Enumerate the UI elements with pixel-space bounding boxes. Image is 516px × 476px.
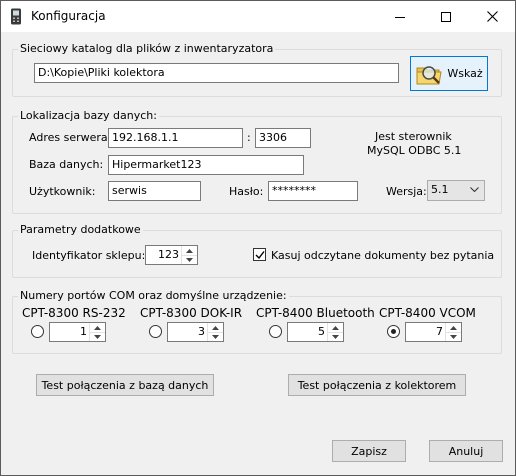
browse-button-label: Wskaż bbox=[447, 67, 483, 80]
device-radio-dokir[interactable] bbox=[149, 325, 162, 338]
minimize-icon bbox=[395, 16, 405, 18]
title-bar: Konfiguracja bbox=[1, 1, 515, 32]
collector-device-icon bbox=[11, 8, 21, 25]
port-stepper-vcom[interactable]: 7 bbox=[405, 322, 462, 342]
additional-params-legend: Parametry dodatkowe bbox=[18, 223, 143, 236]
device-name-rs232: CPT-8300 RS-232 bbox=[22, 306, 126, 320]
test-collector-button[interactable]: Test połączenia z kolektorem bbox=[288, 374, 466, 396]
port-separator: : bbox=[247, 131, 251, 144]
port-down-button-bluetooth[interactable] bbox=[328, 332, 343, 341]
arrow-up-icon bbox=[186, 248, 193, 253]
device-radio-rs232[interactable] bbox=[31, 325, 44, 338]
driver-status-line2: MySQL ODBC 5.1 bbox=[367, 144, 462, 157]
arrow-down-icon bbox=[332, 334, 339, 339]
version-select-value: 5.1 bbox=[431, 183, 449, 196]
database-group-legend: Lokalizacja bazy danych: bbox=[18, 109, 159, 122]
close-icon bbox=[486, 11, 498, 22]
user-input[interactable]: serwis bbox=[108, 181, 201, 201]
com-ports-legend: Numery portów COM oraz domyślne urządzen… bbox=[18, 289, 289, 302]
port-arrows-dokir bbox=[207, 323, 223, 341]
arrow-up-icon bbox=[94, 325, 101, 330]
port-down-button-rs232[interactable] bbox=[90, 332, 105, 341]
device-radio-vcom[interactable] bbox=[387, 325, 400, 338]
server-address-input[interactable]: 192.168.1.1 bbox=[108, 128, 243, 148]
user-label: Użytkownik: bbox=[29, 185, 96, 198]
port-stepper-dokir[interactable]: 3 bbox=[167, 322, 224, 342]
maximize-icon bbox=[441, 11, 451, 22]
folder-group-legend: Sieciowy katalog dla plików z inwentaryz… bbox=[18, 42, 276, 55]
port-arrows-bluetooth bbox=[327, 323, 343, 341]
shop-id-label: Identyfikator sklepu: bbox=[32, 249, 146, 262]
port-value-bluetooth: 5 bbox=[318, 325, 325, 338]
port-down-button-dokir[interactable] bbox=[208, 332, 223, 341]
arrow-down-icon bbox=[186, 257, 193, 262]
test-database-button[interactable]: Test połączenia z bazą danych bbox=[36, 374, 214, 396]
database-name-input[interactable]: Hipermarket123 bbox=[108, 155, 304, 175]
configuration-window: Konfiguracja Sieciowy katalog dla plików… bbox=[0, 0, 516, 476]
browse-button[interactable]: Wskaż bbox=[410, 56, 488, 91]
delete-documents-checkbox[interactable] bbox=[253, 248, 266, 261]
arrow-up-icon bbox=[332, 325, 339, 330]
device-name-vcom: CPT-8400 VCOM bbox=[379, 306, 476, 320]
window-title: Konfiguracja bbox=[31, 9, 106, 23]
device-name-bluetooth: CPT-8400 Bluetooth bbox=[256, 306, 375, 320]
server-address-label: Adres serwera: bbox=[29, 131, 112, 144]
save-button[interactable]: Zapisz bbox=[332, 440, 406, 462]
delete-documents-label[interactable]: Kasuj odczytane dokumenty bez pytania bbox=[271, 249, 494, 262]
shop-id-stepper[interactable]: 123 bbox=[145, 245, 198, 265]
port-value-rs232: 1 bbox=[80, 325, 87, 338]
arrow-down-icon bbox=[212, 334, 219, 339]
port-value-vcom: 7 bbox=[436, 325, 443, 338]
port-stepper-bluetooth[interactable]: 5 bbox=[287, 322, 344, 342]
port-arrows-rs232 bbox=[89, 323, 105, 341]
port-down-button-vcom[interactable] bbox=[446, 332, 461, 341]
version-select[interactable]: 5.1 bbox=[427, 180, 485, 201]
password-label: Hasło: bbox=[229, 185, 264, 198]
minimize-button[interactable] bbox=[377, 1, 423, 32]
database-name-label: Baza danych: bbox=[29, 158, 104, 171]
device-name-dokir: CPT-8300 DOK-IR bbox=[140, 306, 243, 320]
version-label: Wersja: bbox=[386, 185, 427, 198]
checkmark-icon bbox=[255, 251, 265, 260]
arrow-up-icon bbox=[212, 325, 219, 330]
arrow-down-icon bbox=[450, 334, 457, 339]
folder-search-icon bbox=[416, 65, 442, 84]
chevron-down-icon bbox=[470, 187, 479, 193]
port-value-dokir: 3 bbox=[198, 325, 205, 338]
shop-id-arrows bbox=[181, 246, 197, 264]
arrow-down-icon bbox=[94, 334, 101, 339]
shop-id-value: 123 bbox=[158, 248, 179, 261]
cancel-button[interactable]: Anuluj bbox=[429, 440, 503, 462]
shop-id-down-button[interactable] bbox=[182, 255, 197, 264]
port-stepper-rs232[interactable]: 1 bbox=[49, 322, 106, 342]
port-input[interactable]: 3306 bbox=[255, 128, 311, 148]
close-button[interactable] bbox=[469, 1, 515, 32]
folder-path-input[interactable]: D:\Kopie\Pliki kolektora bbox=[34, 63, 399, 83]
arrow-up-icon bbox=[450, 325, 457, 330]
port-arrows-vcom bbox=[445, 323, 461, 341]
device-radio-bluetooth[interactable] bbox=[269, 325, 282, 338]
driver-status-line1: Jest sterownik bbox=[375, 130, 452, 143]
password-input[interactable]: ******** bbox=[268, 181, 358, 201]
maximize-button[interactable] bbox=[423, 1, 469, 32]
